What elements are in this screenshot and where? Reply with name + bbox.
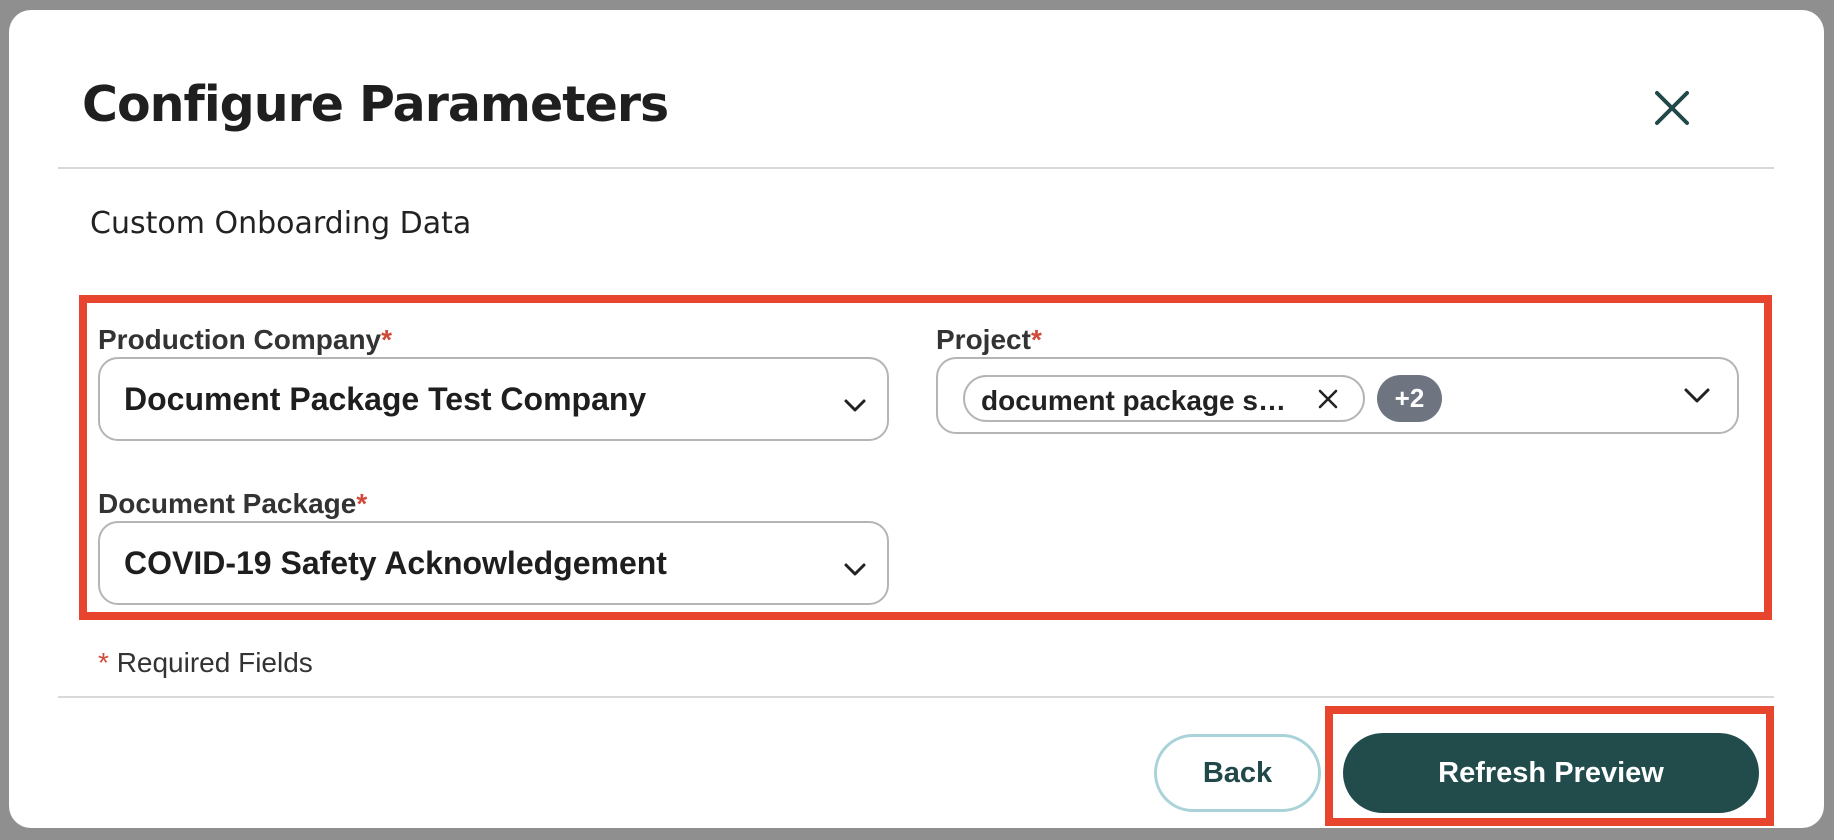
document-package-value: COVID-19 Safety Acknowledgement xyxy=(124,545,667,581)
more-selected-badge: +2 xyxy=(1377,375,1442,422)
required-asterisk: * xyxy=(1030,324,1042,355)
footer-divider xyxy=(58,696,1774,698)
project-label: Project* xyxy=(936,324,1042,356)
chevron-down-icon xyxy=(1684,388,1710,403)
production-company-select[interactable]: Document Package Test Company xyxy=(98,357,889,441)
chip-remove-icon[interactable] xyxy=(1317,388,1339,410)
required-asterisk: * xyxy=(381,324,393,355)
close-icon xyxy=(1655,91,1689,125)
project-label-text: Project xyxy=(936,324,1031,355)
project-multiselect[interactable]: document package s… +2 xyxy=(936,357,1739,434)
chevron-down-icon xyxy=(844,399,866,412)
required-asterisk: * xyxy=(356,488,368,519)
chevron-down-icon xyxy=(844,563,866,576)
back-button[interactable]: Back xyxy=(1154,734,1321,812)
dialog-title: Configure Parameters xyxy=(82,76,669,133)
section-title: Custom Onboarding Data xyxy=(90,206,472,241)
configure-parameters-dialog: Configure Parameters Custom Onboarding D… xyxy=(9,10,1824,828)
production-company-value: Document Package Test Company xyxy=(124,381,647,417)
header-divider xyxy=(58,167,1774,169)
project-chip-label: document package s… xyxy=(981,385,1286,416)
production-company-label: Production Company* xyxy=(98,324,392,356)
document-package-label: Document Package* xyxy=(98,488,367,520)
required-note-text: Required Fields xyxy=(116,647,313,678)
refresh-preview-button[interactable]: Refresh Preview xyxy=(1343,733,1759,813)
required-fields-note: * Required Fields xyxy=(98,647,313,679)
document-package-select[interactable]: COVID-19 Safety Acknowledgement xyxy=(98,521,889,605)
production-company-label-text: Production Company xyxy=(98,324,382,355)
project-chip[interactable]: document package s… xyxy=(963,375,1365,422)
document-package-label-text: Document Package xyxy=(98,488,357,519)
required-asterisk: * xyxy=(98,647,109,678)
close-button[interactable] xyxy=(1649,85,1695,131)
